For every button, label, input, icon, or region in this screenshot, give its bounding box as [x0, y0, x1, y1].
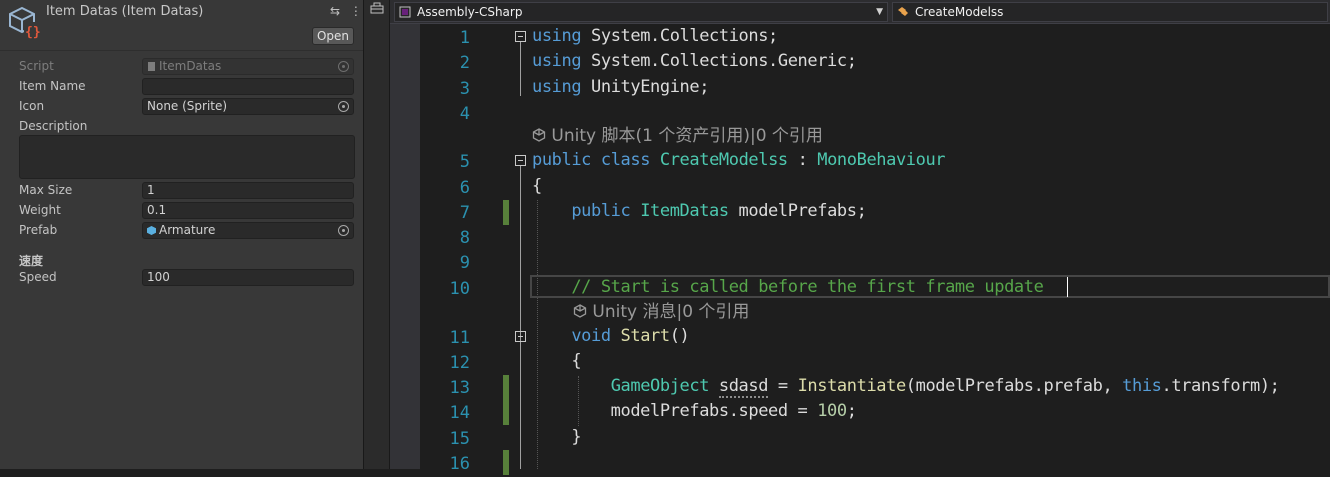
- indicator-margin: [390, 24, 420, 469]
- scriptable-object-icon: {}: [9, 6, 40, 40]
- code-line-12[interactable]: {: [532, 349, 581, 374]
- line-number: 3: [459, 79, 470, 99]
- class-combo-label: CreateModelss: [915, 5, 1004, 19]
- description-textarea[interactable]: [19, 135, 355, 179]
- more-options-icon[interactable]: ⋮: [350, 4, 362, 18]
- item-name-row: Item Name: [0, 78, 363, 96]
- script-label: Script: [19, 59, 54, 73]
- code-line-14[interactable]: modelPrefabs.speed = 100;: [532, 399, 857, 424]
- code-line-15[interactable]: }: [532, 425, 581, 450]
- codelens-start[interactable]: Unity 消息|0 个引用: [573, 300, 749, 325]
- toolbox-icon[interactable]: [370, 2, 384, 14]
- svg-text:{}: {}: [25, 25, 40, 40]
- line-number: 1: [459, 28, 470, 48]
- collapse-usings-icon[interactable]: [515, 31, 526, 42]
- collapse-class-icon[interactable]: [515, 155, 526, 166]
- inspector-title: Item Datas (Item Datas): [46, 4, 204, 19]
- collapse-method-icon[interactable]: [515, 331, 526, 342]
- prefab-label: Prefab: [19, 223, 58, 237]
- code-line-3[interactable]: using UnityEngine;: [532, 75, 709, 100]
- change-marker: [503, 450, 509, 475]
- line-number: 11: [449, 328, 470, 348]
- icon-row: Icon None (Sprite): [0, 98, 363, 116]
- outline-line: [520, 42, 521, 96]
- line-number: 15: [449, 429, 470, 449]
- script-file-icon: [148, 62, 155, 71]
- weight-row: Weight 0.1: [0, 202, 363, 220]
- unity-icon: [573, 304, 587, 318]
- unity-icon: [532, 128, 546, 142]
- panel-splitter[interactable]: [363, 0, 390, 469]
- navigation-bar: Assembly-CSharp ▼ CreateModelss: [390, 0, 1330, 24]
- code-line-10[interactable]: // Start is called before the first fram…: [532, 275, 1043, 300]
- codelens-class[interactable]: Unity 脚本(1 个资产引用)|0 个引用: [532, 124, 823, 149]
- object-picker-icon: [338, 61, 349, 72]
- object-picker-icon[interactable]: [338, 101, 349, 112]
- prefab-value: Armature: [159, 223, 216, 237]
- line-number: 8: [459, 228, 470, 248]
- speed-label: Speed: [19, 270, 57, 284]
- description-label: Description: [19, 119, 88, 133]
- line-number: 5: [459, 152, 470, 172]
- weight-input[interactable]: 0.1: [142, 202, 354, 219]
- prefab-cube-icon: [147, 226, 156, 235]
- object-picker-icon[interactable]: [338, 225, 349, 236]
- speed-section-header: 速度: [19, 254, 44, 268]
- line-number: 9: [459, 253, 470, 273]
- open-button[interactable]: Open: [312, 27, 354, 45]
- inspector-panel: {} Item Datas (Item Datas) ⇆ ⋮ Open Scri…: [0, 0, 363, 469]
- line-number: 13: [449, 378, 470, 398]
- line-number: 10: [449, 279, 470, 299]
- line-number: 14: [449, 403, 470, 423]
- icon-sprite-field[interactable]: None (Sprite): [142, 98, 354, 115]
- icon-label: Icon: [19, 99, 45, 113]
- codelens-class-text: Unity 脚本(1 个资产引用)|0 个引用: [551, 126, 823, 146]
- line-number: 7: [459, 203, 470, 223]
- text-caret: [1067, 277, 1068, 297]
- description-row: Description: [0, 118, 363, 136]
- script-value: ItemDatas: [159, 59, 222, 73]
- item-name-label: Item Name: [19, 79, 86, 93]
- icon-value: None (Sprite): [147, 99, 228, 113]
- speed-row: Speed 100: [0, 269, 363, 287]
- code-line-7[interactable]: public ItemDatas modelPrefabs;: [532, 199, 866, 224]
- code-line-5[interactable]: public class CreateModelss : MonoBehavio…: [532, 148, 946, 173]
- code-line-11[interactable]: void Start(): [532, 324, 689, 349]
- weight-label: Weight: [19, 203, 61, 217]
- codelens-start-text: Unity 消息|0 个引用: [592, 302, 750, 322]
- settings-sliders-icon[interactable]: ⇆: [330, 4, 340, 18]
- max-size-row: Max Size 1: [0, 182, 363, 200]
- outline-line: [520, 342, 521, 438]
- header-divider: [0, 50, 363, 51]
- csharp-project-icon: [399, 6, 411, 18]
- line-number: 2: [459, 53, 470, 73]
- script-row: Script ItemDatas: [0, 58, 363, 76]
- change-marker: [503, 200, 509, 225]
- line-number: 16: [449, 454, 470, 474]
- line-number: 4: [459, 104, 470, 124]
- speed-input[interactable]: 100: [142, 269, 354, 286]
- project-dropdown[interactable]: Assembly-CSharp ▼: [394, 2, 888, 22]
- code-line-1[interactable]: using System.Collections;: [532, 24, 778, 49]
- code-line-2[interactable]: using System.Collections.Generic;: [532, 49, 857, 74]
- class-dropdown[interactable]: CreateModelss: [892, 2, 1328, 22]
- code-line-13[interactable]: GameObject sdasd = Instantiate(modelPref…: [532, 374, 1280, 399]
- prefab-field[interactable]: Armature: [142, 222, 354, 239]
- script-field: ItemDatas: [142, 58, 354, 75]
- max-size-input[interactable]: 1: [142, 182, 354, 199]
- change-marker: [503, 375, 509, 400]
- line-number: 6: [459, 178, 470, 198]
- max-size-label: Max Size: [19, 183, 73, 197]
- class-icon: [898, 7, 908, 16]
- project-combo-label: Assembly-CSharp: [417, 5, 523, 19]
- change-marker: [503, 400, 509, 425]
- line-number: 12: [449, 353, 470, 373]
- chevron-down-icon: ▼: [876, 7, 883, 17]
- prefab-row: Prefab Armature: [0, 222, 363, 240]
- inspector-header-buttons: ⇆ ⋮: [330, 4, 362, 18]
- code-editor: Assembly-CSharp ▼ CreateModelss 1 2 3 4 …: [390, 0, 1330, 475]
- item-name-input[interactable]: [142, 78, 354, 95]
- code-line-6[interactable]: {: [532, 174, 542, 199]
